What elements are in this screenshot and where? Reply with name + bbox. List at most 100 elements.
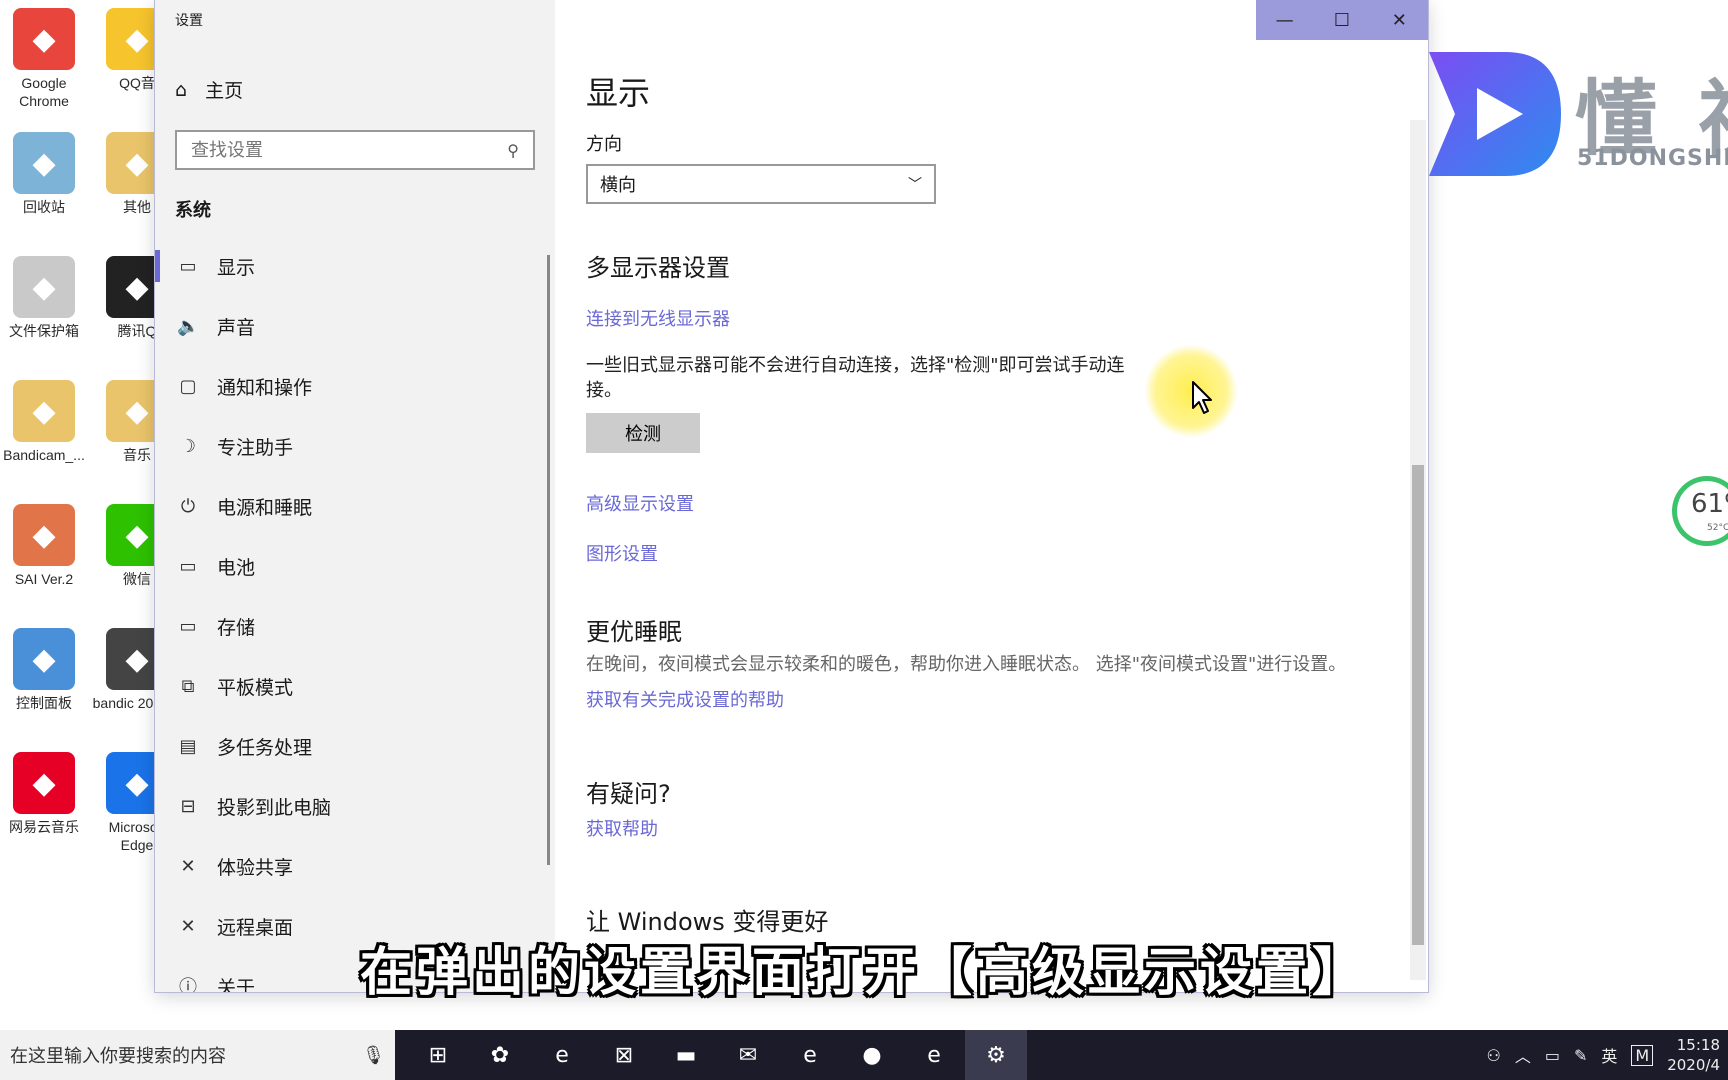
mail-icon[interactable]: ✉ [717, 1030, 779, 1080]
sleep-title: 更优睡眠 [586, 618, 682, 646]
desktop-icon[interactable]: ◆ 文件保护箱 [0, 256, 89, 340]
system-tray: ⚇ ︿ ▭ ✎ 英 M 15:18 2020/4 [1487, 1030, 1728, 1080]
taskbar-search[interactable]: 在这里输入你要搜索的内容 🎙 [0, 1030, 395, 1080]
search-input[interactable] [191, 139, 491, 161]
graphics-settings-link[interactable]: 图形设置 [586, 540, 658, 566]
nav-item-icon: ▭ [179, 555, 197, 577]
desktop-icon[interactable]: ◆ Bandicam_... [0, 380, 89, 464]
home-icon: ⌂ [175, 78, 188, 101]
nav-item[interactable]: 🔈 声音 [155, 296, 553, 356]
nav-item-label: 存储 [217, 616, 256, 639]
clock-time: 15:18 [1676, 1036, 1720, 1054]
pen-icon[interactable]: ✎ [1574, 1046, 1587, 1065]
play-logo-icon [1429, 52, 1561, 176]
maximize-button[interactable]: ☐ [1313, 0, 1370, 40]
ime-mode[interactable]: M [1631, 1044, 1654, 1066]
settings-nav-pane: 设置 ⌂ 主页 ⚲ 系统 ▭显示🔈声音▢通知和操作☽专注助手⏻电源和睡眠▭电池▭… [155, 0, 555, 992]
desktop-icon-label: 网易云音乐 [9, 819, 79, 835]
detect-button[interactable]: 检测 [586, 413, 700, 453]
settings-icon[interactable]: ⚙ [965, 1030, 1027, 1080]
desktop-icon[interactable]: ◆ 回收站 [0, 132, 89, 216]
orientation-dropdown[interactable]: 横向 ﹀ [586, 164, 936, 204]
desktop-icon[interactable]: ◆ 控制面板 [0, 628, 89, 712]
question-title: 有疑问? [586, 780, 671, 808]
desktop-icon[interactable]: ◆ Google Chrome [0, 8, 89, 110]
nav-item-icon: ⏻ [180, 495, 196, 517]
nav-item[interactable]: ⊟ 投影到此电脑 [155, 776, 553, 836]
nav-item-icon: 🔈 [177, 315, 200, 337]
nav-scrollbar[interactable] [547, 255, 550, 865]
nav-item[interactable]: ⏻ 电源和睡眠 [155, 476, 553, 536]
nav-item[interactable]: ⧉ 平板模式 [155, 656, 553, 716]
nav-item-label: 投影到此电脑 [217, 796, 332, 819]
detect-note: 一些旧式显示器可能不会进行自动连接，选择"检测"即可尝试手动连接。 [586, 355, 1125, 401]
desktop-icon[interactable]: ◆ 网易云音乐 [0, 752, 89, 836]
qq-icon[interactable]: ● [841, 1030, 903, 1080]
nav-item-icon: ✕ [180, 855, 196, 877]
cpu-temp: 52°C [1707, 523, 1728, 533]
system-monitor-widget[interactable]: 61% 52°C [1672, 476, 1728, 546]
folder-icon: ◆ [13, 380, 75, 442]
taskbar-search-text: 在这里输入你要搜索的内容 [10, 1046, 226, 1067]
taskbar: 在这里输入你要搜索的内容 🎙 ⊞ ✿ e ⊠ ▬ ✉ e ● e ⚙ ⚇ ︿ ▭ ✎ 英 M 15… [0, 1030, 1728, 1080]
section-title: 系统 [175, 200, 211, 221]
page-title: 显示 [586, 74, 651, 112]
nav-item-label: 专注助手 [217, 436, 294, 459]
desktop-icon[interactable]: ◆ SAI Ver.2 [0, 504, 89, 588]
minimize-button[interactable]: — [1256, 0, 1313, 40]
pinwheel-icon[interactable]: ✿ [469, 1030, 531, 1080]
mouse-cursor-icon [1192, 381, 1212, 414]
watermark-url: 51DONGSHI.COM [1577, 146, 1728, 171]
network-icon[interactable]: ▭ [1545, 1046, 1560, 1065]
settings-content: — ☐ ✕ 显示 方向 横向 ﹀ 多显示器设置 连接到无线显示器 一些旧式显示器… [555, 0, 1428, 992]
nav-item-label: 声音 [217, 316, 256, 339]
nav-item-label: 电源和睡眠 [217, 496, 313, 519]
sleep-description: 在晚间，夜间模式会显示较柔和的暖色，帮助你进入睡眠状态。 选择"夜间模式设置"进… [586, 654, 1347, 675]
microphone-icon[interactable]: 🎙 [362, 1045, 385, 1066]
get-help-link[interactable]: 获取帮助 [586, 815, 658, 841]
file-lock-icon: ◆ [13, 256, 75, 318]
nav-item-label: 显示 [217, 256, 256, 279]
nav-item[interactable]: ✕ 体验共享 [155, 836, 553, 896]
nav-item[interactable]: ▭ 显示 [155, 236, 553, 296]
nav-item-icon: ▤ [179, 735, 197, 757]
people-icon[interactable]: ⚇ [1487, 1046, 1501, 1065]
orientation-value: 横向 [600, 175, 636, 196]
content-scrollbar[interactable] [1410, 120, 1426, 980]
sai-icon: ◆ [13, 504, 75, 566]
chevron-up-icon[interactable]: ︿ [1515, 1043, 1531, 1067]
nav-item-icon: ☽ [179, 435, 197, 457]
settings-window: 设置 ⌂ 主页 ⚲ 系统 ▭显示🔈声音▢通知和操作☽专注助手⏻电源和睡眠▭电池▭… [155, 0, 1428, 992]
desktop-icon-label: 文件保护箱 [9, 323, 79, 339]
nav-item-icon: ▭ [179, 255, 197, 277]
nav-item[interactable]: ▭ 存储 [155, 596, 553, 656]
nav-item-label: 平板模式 [217, 676, 294, 699]
nav-item[interactable]: ☽ 专注助手 [155, 416, 553, 476]
clock[interactable]: 15:18 2020/4 [1667, 1035, 1720, 1075]
wireless-display-link[interactable]: 连接到无线显示器 [586, 305, 730, 331]
nav-item-label: 通知和操作 [217, 376, 313, 399]
nav-home[interactable]: ⌂ 主页 [175, 76, 243, 103]
multi-display-title: 多显示器设置 [586, 254, 730, 282]
nav-item[interactable]: ▭ 电池 [155, 536, 553, 596]
desktop-icon-label: Bandicam_... [3, 447, 85, 463]
desktop: ◆ Google Chrome ◆ QQ音 ◆ 回收站 ◆ 其他 ◆ 文件保护箱 ◆ 腾讯Q ◆ Band… [0, 0, 181, 1030]
close-button[interactable]: ✕ [1371, 0, 1428, 40]
advanced-display-link[interactable]: 高级显示设置 [586, 490, 694, 516]
scrollbar-thumb[interactable] [1412, 465, 1424, 945]
window-controls: — ☐ ✕ [1256, 0, 1428, 40]
explorer-icon[interactable]: ▬ [655, 1030, 717, 1080]
ime-language[interactable]: 英 [1601, 1043, 1617, 1067]
browser-icon[interactable]: e [903, 1030, 965, 1080]
ie-icon[interactable]: e [531, 1030, 593, 1080]
edge-icon[interactable]: e [779, 1030, 841, 1080]
nav-item-icon: ⧉ [181, 675, 195, 697]
settings-search[interactable]: ⚲ [175, 130, 535, 170]
search-icon[interactable]: ⚲ [507, 141, 519, 160]
nav-item[interactable]: ▤ 多任务处理 [155, 716, 553, 776]
nav-item[interactable]: ▢ 通知和操作 [155, 356, 553, 416]
task-view-icon[interactable]: ⊞ [407, 1030, 469, 1080]
store-icon[interactable]: ⊠ [593, 1030, 655, 1080]
netease-music-icon: ◆ [13, 752, 75, 814]
sleep-help-link[interactable]: 获取有关完成设置的帮助 [586, 686, 784, 712]
